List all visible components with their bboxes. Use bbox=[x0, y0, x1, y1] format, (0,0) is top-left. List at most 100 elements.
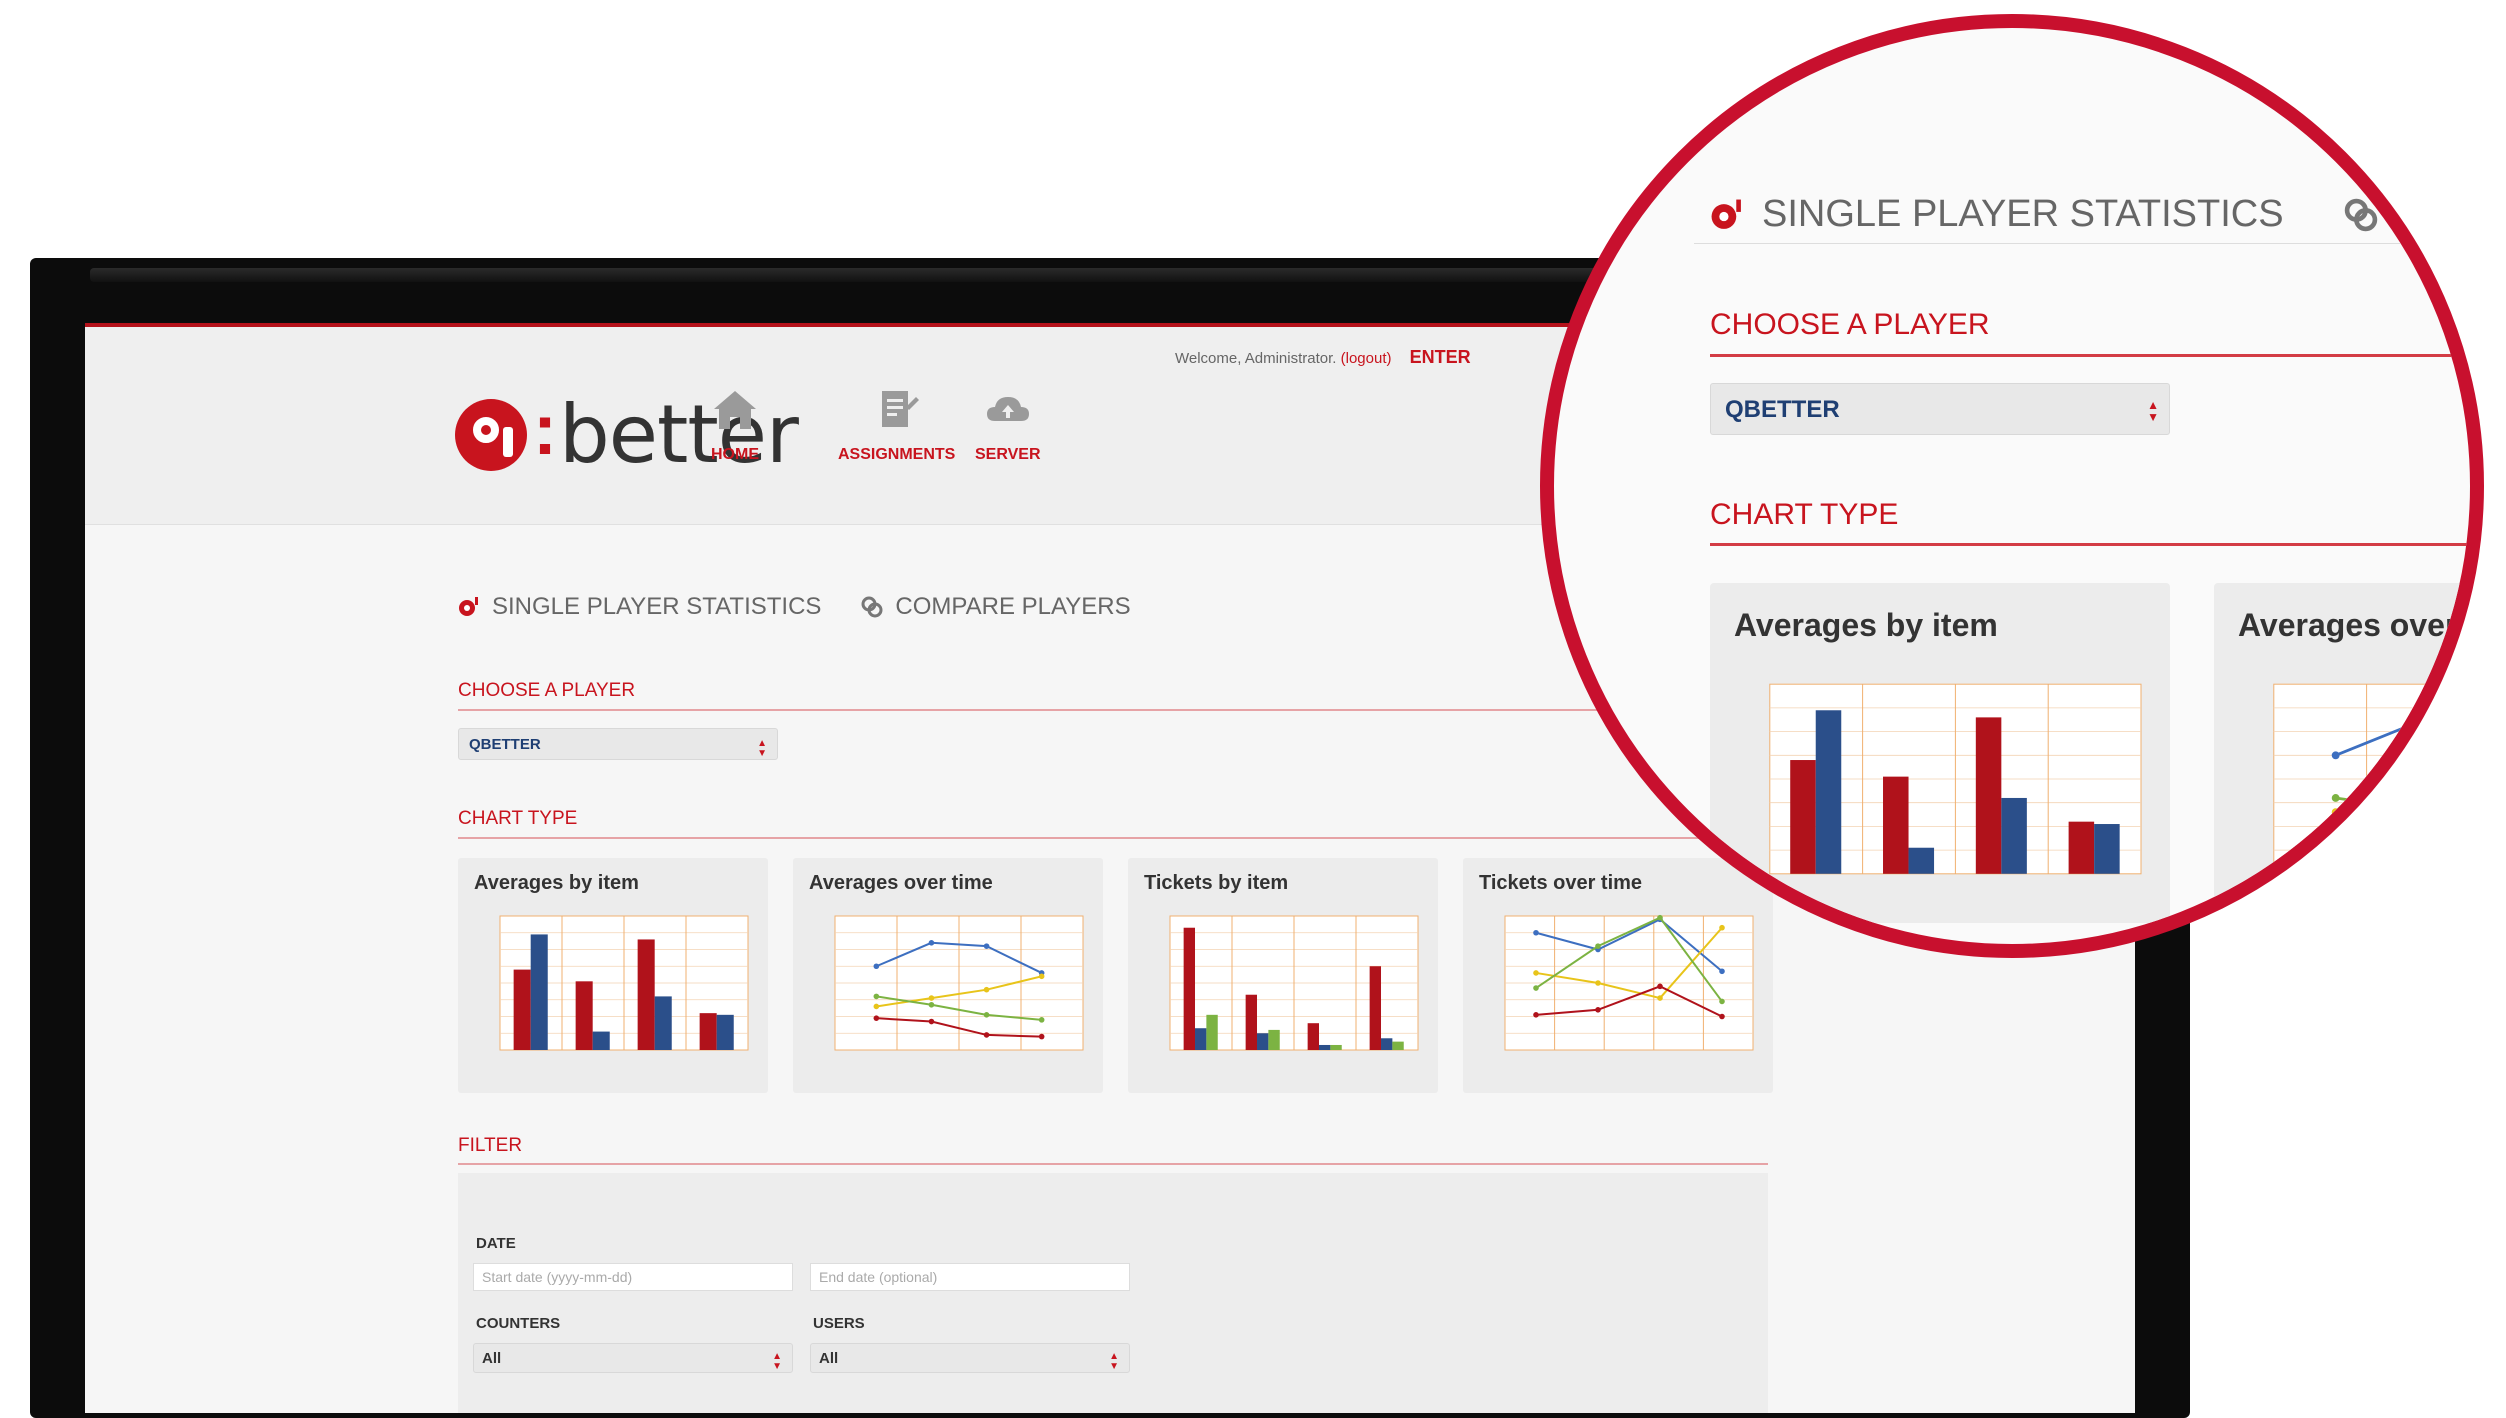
users-select[interactable]: All ▲ ▼ bbox=[810, 1343, 1130, 1373]
bar bbox=[1330, 1044, 1342, 1050]
data-point bbox=[2414, 829, 2423, 838]
zoom-chart-card-title: Averages over t bbox=[2238, 607, 2477, 643]
data-point bbox=[1038, 1017, 1045, 1023]
data-point bbox=[928, 1001, 935, 1008]
counters-select[interactable]: All ▲ ▼ bbox=[473, 1343, 793, 1373]
counters-select-value: All bbox=[482, 1350, 502, 1367]
zoom-player-select-value: QBETTER bbox=[1725, 396, 1840, 423]
data-point bbox=[2331, 794, 2340, 802]
enter-link[interactable]: ENTER bbox=[1410, 347, 1471, 367]
data-point bbox=[2331, 751, 2340, 760]
bar bbox=[1268, 1029, 1280, 1050]
data-point bbox=[2331, 808, 2340, 817]
home-icon bbox=[714, 391, 756, 429]
data-point bbox=[983, 1032, 990, 1038]
chart-tickets-by-item bbox=[1169, 915, 1419, 1051]
zoom-chart-card-title: Averages by item bbox=[1734, 607, 1998, 643]
bar bbox=[1392, 1041, 1404, 1050]
bar bbox=[1195, 1028, 1207, 1050]
bar bbox=[2001, 797, 2027, 874]
data-point bbox=[2331, 824, 2340, 833]
zoom-chart-type-rule bbox=[1710, 543, 2470, 546]
zoom-choose-player-rule bbox=[1710, 354, 2470, 357]
bar bbox=[1206, 1014, 1218, 1050]
date-label: DATE bbox=[476, 1235, 516, 1252]
zoom-tabs: SINGLE PLAYER STATISTICS C bbox=[1710, 193, 2419, 236]
zoom-chart-card-averages-over-time[interactable]: Averages over t bbox=[2214, 583, 2477, 923]
chart-averages-over-time bbox=[834, 915, 1084, 1051]
data-point bbox=[928, 940, 935, 946]
chart-averages-by-item bbox=[499, 915, 749, 1051]
select-arrow-icon: ▲ ▼ bbox=[2147, 398, 2159, 424]
data-point bbox=[1657, 983, 1663, 990]
chart-card-averages-by-item[interactable]: Averages by item bbox=[458, 858, 768, 1093]
zoom-chart-type-heading: CHART TYPE bbox=[1710, 498, 1899, 531]
zoom-chart-card-averages-by-item[interactable]: Averages by item bbox=[1710, 583, 2170, 923]
bar bbox=[1183, 927, 1196, 1050]
tab-compare-players-label: COMPARE PLAYERS bbox=[895, 593, 1131, 620]
data-point bbox=[928, 1018, 935, 1025]
nav-assignments[interactable]: ASSIGNMENTS bbox=[838, 387, 955, 464]
tab-single-player-label: SINGLE PLAYER STATISTICS bbox=[492, 593, 822, 620]
data-point bbox=[1719, 968, 1725, 975]
compare-players-icon bbox=[861, 596, 883, 618]
single-player-icon bbox=[1711, 199, 1741, 229]
player-select[interactable]: QBETTER ▲ ▼ bbox=[458, 728, 778, 760]
bar bbox=[1883, 776, 1909, 874]
select-arrow-icon: ▲ ▼ bbox=[772, 1351, 782, 1372]
zoom-chart-averages-over-time bbox=[2273, 683, 2470, 875]
zoom-player-select[interactable]: QBETTER ▲ ▼ bbox=[1710, 383, 2170, 435]
zoom-choose-player-heading: CHOOSE A PLAYER bbox=[1710, 308, 1990, 341]
select-arrow-icon: ▲ ▼ bbox=[757, 738, 767, 759]
users-select-value: All bbox=[819, 1350, 839, 1367]
data-point bbox=[983, 943, 990, 949]
bar bbox=[1381, 1038, 1393, 1050]
data-point bbox=[1595, 1007, 1601, 1013]
chart-card-tickets-by-item[interactable]: Tickets by item bbox=[1128, 858, 1438, 1093]
bar bbox=[1815, 710, 1842, 874]
chart-card-averages-over-time[interactable]: Averages over time bbox=[793, 858, 1103, 1093]
end-date-input[interactable]: End date (optional) bbox=[810, 1263, 1130, 1291]
zoom-tab-compare-partial[interactable]: C bbox=[2392, 193, 2419, 236]
nav-assignments-label: ASSIGNMENTS bbox=[838, 446, 956, 463]
start-date-input[interactable]: Start date (yyyy-mm-dd) bbox=[473, 1263, 793, 1291]
nav-home-label: HOME bbox=[711, 446, 759, 463]
filter-heading: FILTER bbox=[458, 1135, 523, 1156]
tab-compare-players[interactable]: COMPARE PLAYERS bbox=[861, 593, 1131, 621]
counters-label: COUNTERS bbox=[476, 1315, 561, 1332]
data-point bbox=[873, 993, 880, 1000]
logo-mark-icon bbox=[455, 398, 527, 471]
bar bbox=[1245, 994, 1258, 1050]
chart-type-heading: CHART TYPE bbox=[458, 808, 578, 829]
data-point bbox=[983, 1012, 990, 1018]
logout-link[interactable]: (logout) bbox=[1341, 350, 1392, 367]
stats-tabs: SINGLE PLAYER STATISTICS COMPARE PLAYERS bbox=[458, 593, 1171, 621]
single-player-icon bbox=[459, 597, 478, 616]
data-point bbox=[873, 1003, 880, 1010]
data-point bbox=[2414, 796, 2423, 805]
bar bbox=[1975, 717, 2002, 874]
data-point bbox=[1533, 1012, 1539, 1018]
zoom-tab-single-player[interactable]: SINGLE PLAYER STATISTICS bbox=[1762, 193, 2284, 236]
nav-server-label: SERVER bbox=[975, 446, 1041, 463]
data-point bbox=[1038, 973, 1045, 980]
data-point bbox=[2414, 805, 2423, 814]
data-point bbox=[1533, 970, 1539, 976]
data-point bbox=[2414, 718, 2423, 727]
bar bbox=[1307, 1023, 1320, 1050]
tab-single-player[interactable]: SINGLE PLAYER STATISTICS bbox=[458, 593, 821, 621]
data-point bbox=[1719, 1013, 1725, 1020]
nav-home[interactable]: HOME bbox=[710, 387, 760, 464]
chart-card-title: Tickets by item bbox=[1144, 872, 1289, 894]
logo-text: better bbox=[558, 387, 799, 481]
choose-player-heading: CHOOSE A PLAYER bbox=[458, 680, 636, 701]
nav-server[interactable]: SERVER bbox=[975, 387, 1041, 464]
data-point bbox=[1038, 1033, 1045, 1040]
bar bbox=[575, 981, 593, 1050]
filter-rule bbox=[458, 1163, 1768, 1165]
data-point bbox=[928, 995, 935, 1001]
logo-colon: : bbox=[533, 389, 557, 470]
welcome-bar: Welcome, Administrator. (logout) ENTER bbox=[1175, 347, 1471, 368]
assignments-icon bbox=[881, 391, 919, 427]
data-point bbox=[1595, 980, 1601, 986]
